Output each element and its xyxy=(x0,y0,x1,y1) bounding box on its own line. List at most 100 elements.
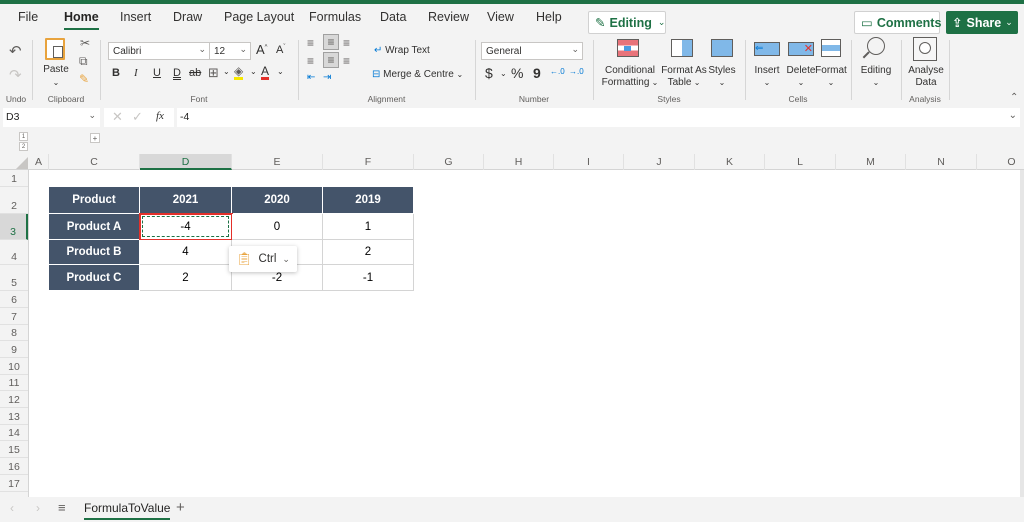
insert-cells-button[interactable]: Insert ⌄ xyxy=(750,65,784,89)
vertical-scrollbar[interactable] xyxy=(1020,170,1024,497)
collapse-ribbon-icon[interactable]: ⌃ xyxy=(1010,92,1018,103)
increase-decimal-icon[interactable]: ←.0 xyxy=(550,67,565,76)
column-header-f[interactable]: F xyxy=(323,154,414,170)
search-icon[interactable] xyxy=(867,37,885,55)
font-size-select[interactable]: 12 ⌄ xyxy=(209,42,251,60)
chevron-down-icon[interactable]: ⌄ xyxy=(223,67,230,76)
column-header-l[interactable]: L xyxy=(765,154,836,170)
scroll-sheets-right-icon[interactable]: › xyxy=(36,501,40,515)
analyse-data-button[interactable]: Analyse Data xyxy=(904,65,948,89)
table-header-cell[interactable]: 2020 xyxy=(232,187,323,214)
row-header-4[interactable]: 4 xyxy=(0,240,28,265)
table-cell[interactable]: 0 xyxy=(232,214,323,240)
percent-button[interactable]: % xyxy=(511,65,523,81)
row-label-cell[interactable]: Product B xyxy=(49,240,140,265)
column-header-c[interactable]: C xyxy=(49,154,140,170)
tab-view[interactable]: View xyxy=(487,10,514,24)
row-header-7[interactable]: 7 xyxy=(0,308,28,325)
table-cell[interactable]: 2 xyxy=(323,240,414,265)
select-all-corner[interactable] xyxy=(16,157,28,169)
cancel-icon[interactable]: ✕ xyxy=(112,109,123,125)
decrease-decimal-icon[interactable]: →.0 xyxy=(569,67,584,76)
name-box[interactable]: D3 ⌄ xyxy=(3,108,100,127)
row-label-cell[interactable]: Product C xyxy=(49,265,140,291)
conditional-formatting-icon[interactable] xyxy=(617,39,639,57)
row-header-6[interactable]: 6 xyxy=(0,291,28,308)
chevron-down-icon[interactable]: ⌄ xyxy=(41,77,71,89)
decrease-font-icon[interactable]: Aˇ xyxy=(276,44,285,56)
add-sheet-button[interactable]: + xyxy=(176,499,185,516)
row-header-9[interactable]: 9 xyxy=(0,341,28,358)
row-header-10[interactable]: 10 xyxy=(0,358,28,375)
bold-button[interactable]: B xyxy=(112,67,120,79)
paste-options-button[interactable]: 📋︎ Ctrl ⌄ xyxy=(229,246,297,272)
expand-formula-bar-icon[interactable]: ⌄ xyxy=(1009,110,1017,121)
chevron-down-icon[interactable]: ⌄ xyxy=(277,67,284,76)
format-as-table-button[interactable]: Format As Table ⌄ xyxy=(660,65,708,89)
column-header-k[interactable]: K xyxy=(695,154,765,170)
insert-function-icon[interactable]: fx xyxy=(156,110,164,122)
tab-insert[interactable]: Insert xyxy=(120,10,151,24)
editing-button[interactable]: Editing ⌄ xyxy=(856,65,896,89)
row-header-8[interactable]: 8 xyxy=(0,325,28,341)
table-header-cell[interactable]: 2019 xyxy=(323,187,414,214)
column-header-g[interactable]: G xyxy=(414,154,484,170)
worksheet-grid[interactable]: Product 2021 2020 2019 Product A -4 0 1 … xyxy=(29,170,1020,497)
undo-icon[interactable]: ↶ xyxy=(9,42,22,60)
format-painter-icon[interactable]: ✎ xyxy=(79,72,89,86)
editing-mode-button[interactable]: ✎ Editing ⌄ xyxy=(588,11,666,34)
increase-font-icon[interactable]: A^ xyxy=(256,42,268,57)
paste-button[interactable]: Paste xyxy=(41,64,71,76)
delete-cells-button[interactable]: Delete ⌄ xyxy=(784,65,818,89)
tab-draw[interactable]: Draw xyxy=(173,10,202,24)
comma-style-button[interactable]: 9 xyxy=(533,65,541,81)
column-header-i[interactable]: I xyxy=(554,154,624,170)
selected-cell-d3[interactable]: -4 xyxy=(139,213,233,241)
strikethrough-button[interactable]: ab xyxy=(189,67,201,79)
row-header-2[interactable]: 2 xyxy=(0,187,28,214)
double-underline-button[interactable]: D xyxy=(173,67,181,79)
align-bottom-icon[interactable]: ≡ xyxy=(343,36,350,50)
column-header-d[interactable]: D xyxy=(140,154,232,170)
column-header-o[interactable]: O xyxy=(977,154,1024,170)
scroll-sheets-left-icon[interactable]: ‹ xyxy=(10,501,14,515)
sheet-tab-formulatovalue[interactable]: FormulaToValue xyxy=(84,501,171,520)
table-cell[interactable]: 2 xyxy=(140,265,232,291)
outline-level-1-button[interactable]: 1 xyxy=(19,132,28,141)
format-cells-button[interactable]: Format ⌄ xyxy=(814,65,848,89)
column-header-a[interactable]: A xyxy=(29,154,49,170)
share-button[interactable]: ⇪ Share ⌄ xyxy=(946,11,1018,34)
cell-styles-icon[interactable] xyxy=(711,39,733,57)
row-header-12[interactable]: 12 xyxy=(0,391,28,408)
copy-icon[interactable]: ⧉ xyxy=(79,54,88,69)
row-header-13[interactable]: 13 xyxy=(0,408,28,425)
column-header-n[interactable]: N xyxy=(906,154,977,170)
expand-group-button[interactable]: + xyxy=(90,133,100,143)
tab-file[interactable]: File xyxy=(18,10,38,24)
enter-icon[interactable]: ✓ xyxy=(132,109,143,125)
tab-formulas[interactable]: Formulas xyxy=(309,10,361,24)
format-cells-icon[interactable] xyxy=(821,39,841,57)
increase-indent-icon[interactable]: ⇥ xyxy=(323,72,331,83)
tab-review[interactable]: Review xyxy=(428,10,469,24)
column-header-m[interactable]: M xyxy=(836,154,906,170)
align-top-icon[interactable]: ≡ xyxy=(307,36,314,50)
conditional-formatting-button[interactable]: Conditional Formatting ⌄ xyxy=(598,65,662,89)
tab-data[interactable]: Data xyxy=(380,10,406,24)
font-color-icon[interactable]: A xyxy=(261,65,270,80)
all-sheets-menu-icon[interactable]: ≡ xyxy=(58,500,66,515)
fill-color-icon[interactable]: ◈ xyxy=(234,65,244,80)
row-header-5[interactable]: 5 xyxy=(0,265,28,291)
column-header-e[interactable]: E xyxy=(232,154,323,170)
comments-button[interactable]: ▭ Comments xyxy=(854,11,941,34)
outline-level-2-button[interactable]: 2 xyxy=(19,142,28,151)
insert-cells-icon[interactable]: ⇐ xyxy=(754,42,780,56)
font-name-select[interactable]: Calibri ⌄ xyxy=(108,42,210,60)
formula-input[interactable]: -4 ⌄ xyxy=(177,108,1020,127)
decrease-indent-icon[interactable]: ⇤ xyxy=(307,72,315,83)
merge-centre-button[interactable]: ⊟ Merge & Centre ⌄ xyxy=(372,69,463,81)
delete-cells-icon[interactable]: ✕ xyxy=(788,42,814,56)
table-cell[interactable]: 4 xyxy=(140,240,232,265)
wrap-text-button[interactable]: ↵ Wrap Text xyxy=(374,45,430,57)
align-middle-icon[interactable]: ≡ xyxy=(323,34,339,50)
